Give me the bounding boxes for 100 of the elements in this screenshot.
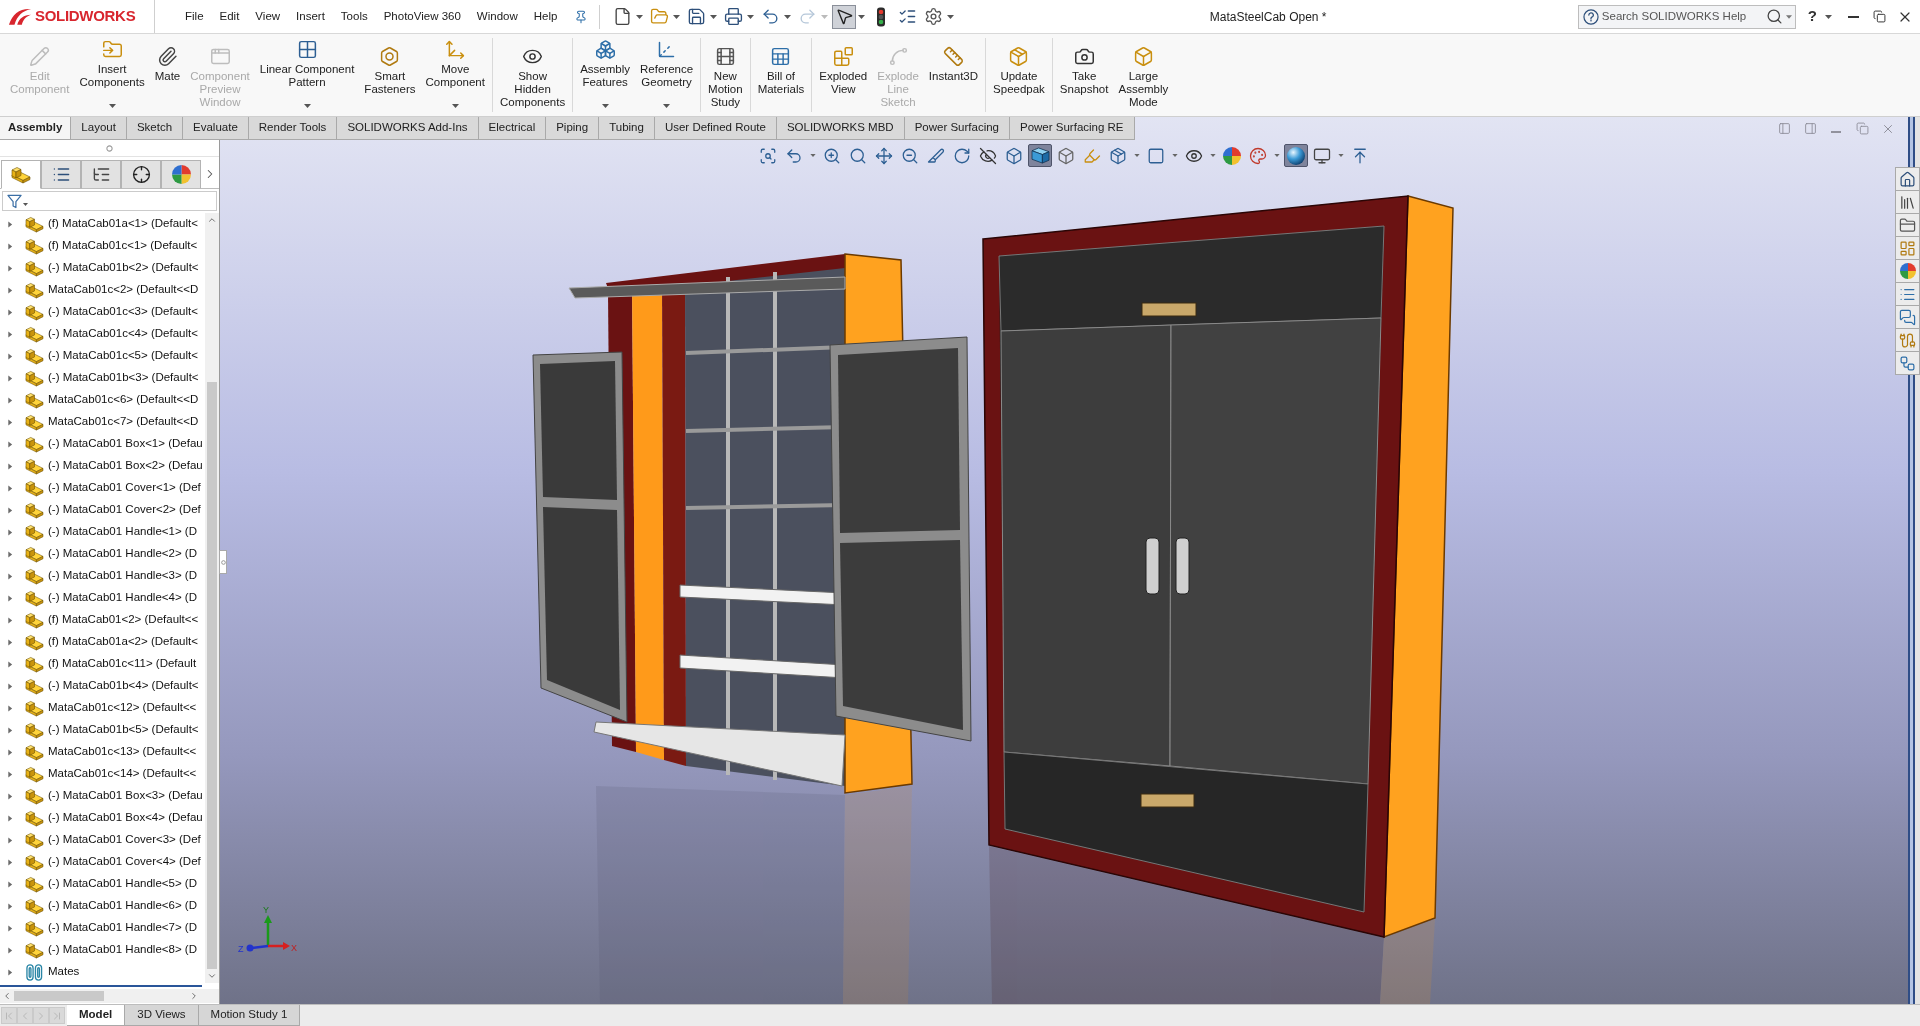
command-tab[interactable]: Electrical [478,117,547,140]
command-tab[interactable]: Evaluate [183,117,249,140]
command-tab[interactable]: Piping [546,117,600,140]
command-tab[interactable]: Layout [71,117,127,140]
expand-arrow-icon[interactable] [7,242,13,250]
expand-arrow-icon[interactable] [7,374,13,382]
task-pane-tab[interactable] [1895,213,1920,237]
expand-arrow-icon[interactable] [7,660,13,668]
caret-icon[interactable] [1134,154,1140,157]
expand-arrow-icon[interactable] [7,330,13,338]
tree-item-label[interactable]: (f) MataCab01a<2> (Default< [48,633,198,651]
expand-arrow-icon[interactable] [7,770,13,778]
expand-arrow-icon[interactable] [7,880,13,888]
caret-icon[interactable] [1274,154,1280,157]
search-input[interactable]: Search SOLIDWORKS Help [1601,7,1763,26]
expand-arrow-icon[interactable] [7,352,13,360]
tree-item-label[interactable]: (-) MataCab01 Box<4> (Defau [48,809,203,827]
expand-arrow-icon[interactable] [7,792,13,800]
expand-arrow-icon[interactable] [7,638,13,646]
caret-icon[interactable] [810,154,816,157]
tree-item-label[interactable]: (f) MataCab01<2> (Default<< [48,611,199,629]
task-pane-tab[interactable] [1895,351,1920,375]
command-tab[interactable]: Render Tools [248,117,338,140]
scrollbar-thumb[interactable] [14,991,104,1001]
expand-arrow-icon[interactable] [7,968,13,976]
tree-item-label[interactable]: (f) MataCab01a<1> (Default< [48,215,198,233]
command-tab[interactable]: Assembly [0,117,72,140]
expand-arrow-icon[interactable] [7,264,13,272]
caret-icon[interactable] [601,104,609,108]
caret-icon[interactable] [947,14,955,19]
expand-arrow-icon[interactable] [7,616,13,624]
caret-icon[interactable] [1210,154,1216,157]
tree-item-label[interactable]: (-) MataCab01 Box<3> (Defau [48,787,203,805]
task-pane-tab[interactable] [1895,190,1920,214]
expand-arrow-icon[interactable] [7,462,13,470]
expand-arrow-icon[interactable] [7,484,13,492]
bottom-tab[interactable]: 3D Views [125,1005,199,1026]
tree-item-label[interactable]: (-) MataCab01 Handle<5> (D [48,875,197,893]
tree-item-label[interactable]: (-) MataCab01 Cover<1> (Def [48,479,201,497]
menu-item[interactable]: Help [525,4,566,29]
tree-item-label[interactable]: (-) MataCab01c<4> (Default< [48,325,198,343]
menu-item[interactable]: Window [468,4,526,29]
tree-item-label[interactable]: (-) MataCab01 Handle<1> (D [48,523,197,541]
ribbon-button[interactable]: Assembly Features [575,34,636,116]
expand-arrow-icon[interactable] [7,594,13,602]
ribbon-button[interactable]: Move Component [420,34,490,116]
command-tab[interactable]: Power Surfacing [904,117,1010,140]
grip-circle-icon[interactable] [106,144,113,152]
tree-item-label[interactable]: (-) MataCab01b<5> (Default< [48,721,199,739]
ribbon-button[interactable]: Take Snapshot [1054,34,1114,116]
command-tab[interactable]: Tubing [599,117,655,140]
view-tool-button[interactable] [1028,144,1052,167]
expand-arrow-icon[interactable] [7,418,13,426]
expand-arrow-icon[interactable] [7,748,13,756]
menu-item[interactable]: File [177,4,212,29]
tree-item-label[interactable]: (-) MataCab01c<5> (Default< [48,347,198,365]
search-icon[interactable] [1765,8,1783,25]
tree-item-label[interactable]: (-) MataCab01 Box<2> (Defau [48,457,203,475]
caret-icon[interactable] [1785,14,1792,19]
tree-item-label[interactable]: (-) MataCab01b<2> (Default< [48,259,199,277]
expand-arrow-icon[interactable] [7,946,13,954]
expand-arrow-icon[interactable] [7,528,13,536]
panel-tab[interactable] [121,160,161,189]
tree-item-label[interactable]: (-) MataCab01 Cover<2> (Def [48,501,201,519]
menu-item[interactable]: Tools [332,4,376,29]
view-tool-button[interactable] [1284,144,1308,167]
tree-item-label[interactable]: MataCab01c<6> (Default<<D [48,391,199,409]
caret-icon[interactable] [1825,14,1832,19]
caret-icon[interactable] [1172,154,1178,157]
expand-arrow-icon[interactable] [7,440,13,448]
caret-icon[interactable] [108,104,116,108]
caret-icon[interactable] [1338,154,1344,157]
expand-arrow-icon[interactable] [7,924,13,932]
ribbon-button[interactable]: New Motion Study [703,34,748,116]
expand-arrow-icon[interactable] [7,572,13,580]
tree-item-label[interactable]: (-) MataCab01 Handle<7> (D [48,919,197,937]
caret-icon[interactable] [673,14,681,19]
bottom-tab[interactable]: Model [67,1005,126,1026]
ribbon-button[interactable]: Linear Component Pattern [254,34,360,116]
caret-icon[interactable] [858,14,866,19]
caret-icon[interactable] [710,14,718,19]
ribbon-button[interactable]: Large Assembly Mode [1113,34,1174,116]
help-menu-button[interactable]: ? [1805,4,1819,29]
caret-icon[interactable] [303,104,311,108]
expand-arrow-icon[interactable] [7,506,13,514]
tree-item-label[interactable]: (-) MataCab01b<4> (Default< [48,677,199,695]
task-pane-tab[interactable] [1895,305,1920,329]
ribbon-button[interactable]: Smart Fasteners [359,34,421,116]
expand-arrow-icon[interactable] [7,814,13,822]
ribbon-button[interactable]: Update Speedpak [988,34,1050,116]
menu-item[interactable]: Insert [288,4,333,29]
ribbon-button[interactable]: Show Hidden Components [494,34,571,116]
expand-arrow-icon[interactable] [7,726,13,734]
expand-arrow-icon[interactable] [7,858,13,866]
toolbar-button[interactable] [832,4,857,29]
tree-item-label[interactable]: MataCab01c<2> (Default<<D [48,281,199,299]
expand-arrow-icon[interactable] [7,836,13,844]
ribbon-button[interactable]: Mate [149,34,186,116]
ribbon-button[interactable]: Reference Geometry [635,34,699,116]
command-tab[interactable]: Sketch [126,117,184,140]
